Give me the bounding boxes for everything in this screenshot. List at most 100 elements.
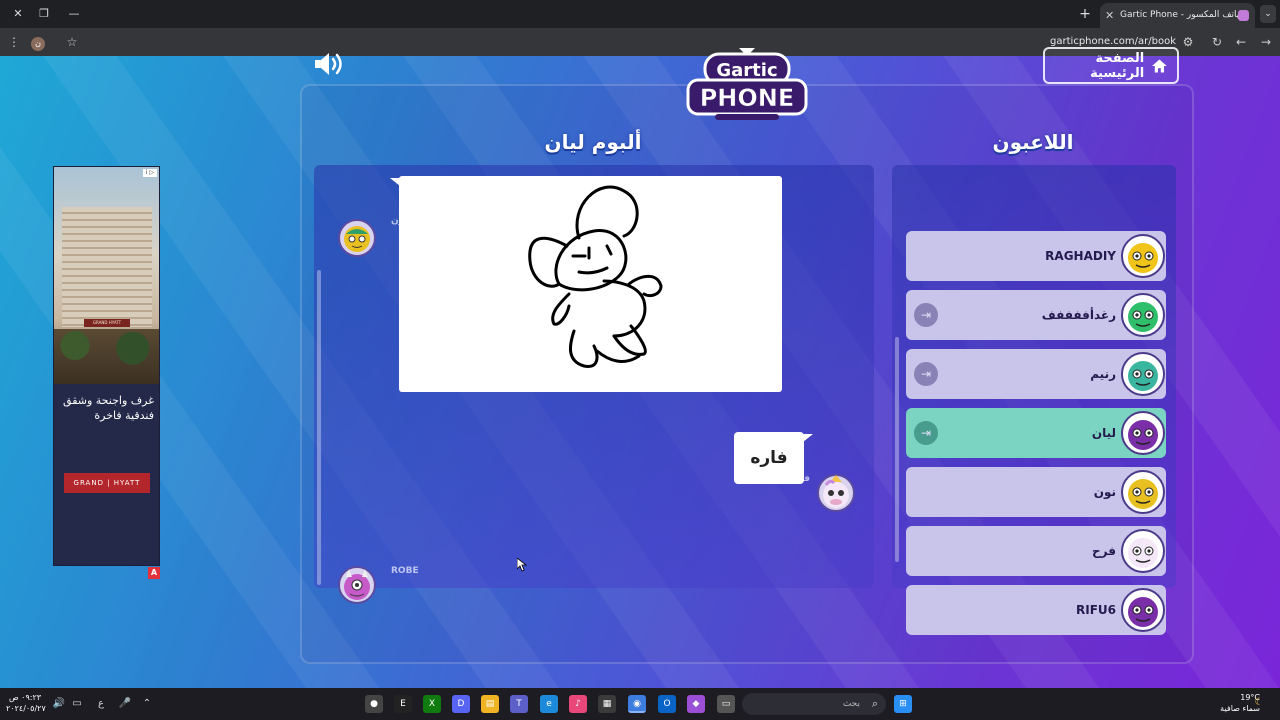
player-avatar bbox=[1121, 588, 1165, 632]
player-avatar bbox=[1121, 411, 1165, 455]
weather-widget[interactable]: 19°C سماء صافية bbox=[1200, 692, 1260, 714]
profile-initial: ن bbox=[31, 37, 45, 51]
network-icon[interactable]: ▭ bbox=[70, 697, 84, 711]
player-row[interactable]: رنيم ⇥ bbox=[906, 349, 1166, 399]
player-name: نون bbox=[1093, 485, 1116, 499]
browser-tab-bar: ✕ ❐ — + ✕ Gartic Phone - الهاتف المكسور … bbox=[0, 0, 1280, 28]
player-avatar bbox=[1121, 529, 1165, 573]
hotel-sign: GRAND HYATT bbox=[84, 319, 130, 327]
browser-tab[interactable]: ✕ Gartic Phone - الهاتف المكسور bbox=[1100, 3, 1255, 28]
ad-brand-logo: GRAND | HYATT bbox=[64, 473, 150, 493]
site-settings-icon[interactable]: ⚙ bbox=[1178, 32, 1198, 52]
guess-bubble-tail bbox=[803, 434, 813, 442]
taskbar: ٠٩:٢٣ ص ٢٠٢٤/٠٥/٢٧ 🔊 ▭ ع 🎤 ⌃ ● E X D ▤ T… bbox=[0, 688, 1280, 720]
guess-bubble: فاره bbox=[734, 432, 804, 484]
chrome-taskbar-icon[interactable]: ◉ bbox=[628, 695, 646, 713]
album-title: ألبوم ليان bbox=[544, 130, 642, 154]
album-scrollbar[interactable] bbox=[317, 270, 321, 585]
sound-icon[interactable] bbox=[313, 50, 345, 78]
system-clock[interactable]: ٠٩:٢٣ ص ٢٠٢٤/٠٥/٢٧ bbox=[6, 692, 46, 714]
players-scrollbar[interactable] bbox=[895, 337, 899, 562]
new-tab-button[interactable]: + bbox=[1078, 4, 1092, 24]
reload-icon[interactable]: ↻ bbox=[1207, 32, 1227, 52]
microphone-icon[interactable]: 🎤 bbox=[118, 697, 132, 711]
gartic-phone-logo: Gartic PHONE bbox=[686, 48, 808, 120]
tab-title: Gartic Phone - الهاتف المكسور bbox=[1120, 10, 1247, 20]
teams-taskbar-icon[interactable]: T bbox=[510, 695, 528, 713]
weather-temp: 19°C bbox=[1240, 693, 1260, 702]
hotel-trees bbox=[54, 329, 159, 384]
ad-hotel-photo: GRAND HYATT bbox=[54, 167, 159, 384]
player-name: ليان bbox=[1091, 426, 1116, 440]
edge-taskbar-icon[interactable]: e bbox=[540, 695, 558, 713]
outlook-taskbar-icon[interactable]: O bbox=[658, 695, 676, 713]
player-avatar bbox=[1121, 470, 1165, 514]
player-row[interactable]: نون bbox=[906, 467, 1166, 517]
discord-taskbar-icon[interactable]: D bbox=[452, 695, 470, 713]
store-taskbar-icon[interactable]: ▦ bbox=[598, 695, 616, 713]
mouse-cursor-icon bbox=[517, 558, 527, 572]
player-row[interactable]: فرح bbox=[906, 526, 1166, 576]
start-button-icon[interactable]: ⊞ bbox=[894, 695, 912, 713]
ad-caption: غرف واجنحة وشقق فندقية فاخرة bbox=[63, 394, 154, 422]
guesser-avatar bbox=[817, 474, 855, 512]
drawer-avatar bbox=[338, 219, 376, 257]
moon-icon: ☾ bbox=[1254, 697, 1264, 708]
hotel-building bbox=[62, 207, 152, 327]
ad-badge[interactable]: A bbox=[148, 567, 160, 579]
favicon-icon bbox=[1238, 10, 1249, 21]
copilot-taskbar-icon[interactable]: ◆ bbox=[687, 695, 705, 713]
back-icon[interactable]: → bbox=[1256, 32, 1276, 52]
kick-player-icon[interactable]: ⇥ bbox=[914, 421, 938, 445]
taskbar-search[interactable]: ⌕ بحث bbox=[742, 693, 886, 715]
ad-choices-icon[interactable]: i ▷ bbox=[143, 169, 157, 177]
player-avatar bbox=[1121, 293, 1165, 337]
profile-avatar[interactable]: ن bbox=[28, 32, 48, 52]
mouse-drawing bbox=[528, 185, 663, 368]
player-name: RAGHADIY bbox=[1045, 249, 1116, 263]
player-name: رغدأففففف bbox=[1041, 308, 1116, 322]
player-name: RIFU6 bbox=[1076, 603, 1116, 617]
player-avatar bbox=[1121, 352, 1165, 396]
menu-icon[interactable]: ⋮ bbox=[4, 32, 24, 52]
clock-time: ٠٩:٢٣ ص bbox=[8, 693, 42, 702]
player-name: رنيم bbox=[1090, 367, 1116, 381]
clock-date: ٢٠٢٤/٠٥/٢٧ bbox=[6, 704, 46, 713]
next-player-name: ROBE bbox=[391, 566, 419, 576]
search-icon: ⌕ bbox=[871, 697, 878, 710]
minimize-window-icon[interactable]: — bbox=[64, 4, 84, 24]
show-hidden-icons[interactable]: ⌃ bbox=[140, 697, 154, 711]
advertisement[interactable]: GRAND HYATT i ▷ غرف واجنحة وشقق فندقية ف… bbox=[53, 166, 160, 566]
search-placeholder: بحث bbox=[842, 699, 860, 709]
player-avatar bbox=[1121, 234, 1165, 278]
player-row[interactable]: ليان ⇥ bbox=[906, 408, 1166, 458]
music-taskbar-icon[interactable]: ♪ bbox=[569, 695, 587, 713]
file-explorer-taskbar-icon[interactable]: ▤ bbox=[481, 695, 499, 713]
home-button-label: الصفحة الرئيسية bbox=[1090, 50, 1145, 81]
player-row[interactable]: RIFU6 bbox=[906, 585, 1166, 635]
xbox-taskbar-icon[interactable]: X bbox=[423, 695, 441, 713]
forward-icon[interactable]: ← bbox=[1231, 32, 1251, 52]
tab-close-icon[interactable]: ✕ bbox=[1105, 3, 1114, 28]
obs-taskbar-icon[interactable]: ● bbox=[365, 695, 383, 713]
player-row[interactable]: RAGHADIY bbox=[906, 231, 1166, 281]
bookmark-star-icon[interactable]: ☆ bbox=[62, 32, 82, 52]
kick-player-icon[interactable]: ⇥ bbox=[914, 303, 938, 327]
player-row[interactable]: رغدأففففف ⇥ bbox=[906, 290, 1166, 340]
players-title: اللاعبون bbox=[992, 130, 1074, 154]
drawing-canvas bbox=[399, 176, 782, 392]
next-player-avatar bbox=[338, 566, 376, 604]
player-name: فرح bbox=[1092, 544, 1116, 558]
tab-search-icon[interactable]: ⌄ bbox=[1260, 5, 1276, 23]
home-button[interactable]: الصفحة الرئيسية bbox=[1043, 47, 1179, 84]
epic-games-taskbar-icon[interactable]: E bbox=[394, 695, 412, 713]
language-indicator[interactable]: ع bbox=[94, 697, 108, 711]
volume-icon[interactable]: 🔊 bbox=[52, 697, 66, 711]
kick-player-icon[interactable]: ⇥ bbox=[914, 362, 938, 386]
logo-phone-text: PHONE bbox=[700, 84, 795, 112]
logo-gartic-text: Gartic bbox=[716, 60, 777, 81]
close-window-icon[interactable]: ✕ bbox=[8, 4, 28, 24]
restore-window-icon[interactable]: ❐ bbox=[34, 4, 54, 24]
weather-desc: سماء صافية bbox=[1220, 704, 1260, 713]
window-taskbar-icon[interactable]: ▭ bbox=[717, 695, 735, 713]
